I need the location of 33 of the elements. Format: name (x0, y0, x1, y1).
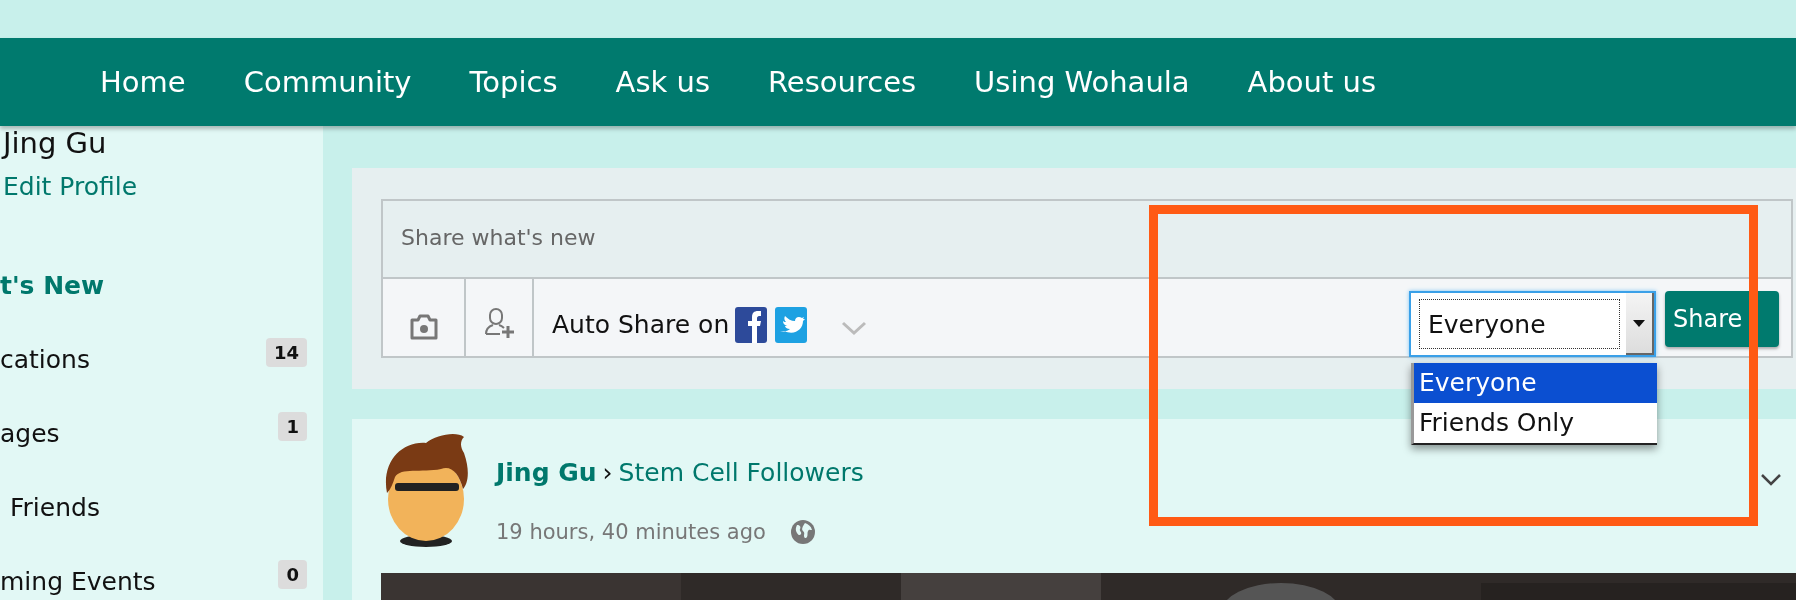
facebook-icon[interactable] (735, 306, 768, 343)
group-link[interactable]: Stem Cell Followers (618, 458, 864, 487)
auto-share-label: Auto Share on (552, 310, 730, 339)
bird-icon[interactable] (775, 306, 808, 343)
globe-icon (789, 519, 816, 545)
nav-link[interactable]: Community (243, 65, 412, 99)
camera-icon[interactable] (408, 314, 439, 340)
sidebar-item[interactable]: ages (0, 418, 60, 448)
sidebar-item[interactable]: cations (0, 344, 90, 374)
profile-name: Jing Gu (0, 126, 107, 160)
count-badge: 0 (278, 559, 307, 589)
nav-link[interactable]: Using Wohaula (974, 65, 1190, 99)
nav-link[interactable]: Resources (768, 65, 917, 99)
count-badge: 14 (265, 337, 307, 367)
sidebar-item[interactable]: t's New (0, 270, 105, 300)
chevron-down-icon[interactable] (1760, 473, 1782, 487)
sidebar-item[interactable]: Friends (10, 492, 100, 522)
nav-link[interactable]: Home (100, 65, 186, 99)
share-button[interactable]: Share (1665, 291, 1779, 347)
post-time: 19 hours, 40 minutes ago (496, 520, 766, 544)
edit-profile-link[interactable]: Edit Profile (3, 169, 138, 205)
dropdown-option[interactable]: Friends Only (1414, 403, 1657, 443)
post-input-field[interactable]: Share what's new (381, 199, 1793, 279)
add-person-icon[interactable] (482, 306, 516, 340)
nav-link[interactable]: Ask us (615, 65, 710, 99)
author-link[interactable]: Jing Gu (496, 458, 597, 487)
dropdown-option[interactable]: Everyone (1414, 363, 1657, 403)
breadcrumb-separator: › (602, 458, 613, 487)
sidebar-item[interactable]: ming Events (0, 566, 156, 596)
nav-link[interactable]: Topics (469, 65, 558, 99)
dropdown-arrow-icon (1633, 319, 1645, 327)
count-badge: 1 (278, 411, 307, 441)
nav-link[interactable]: About us (1247, 65, 1377, 99)
